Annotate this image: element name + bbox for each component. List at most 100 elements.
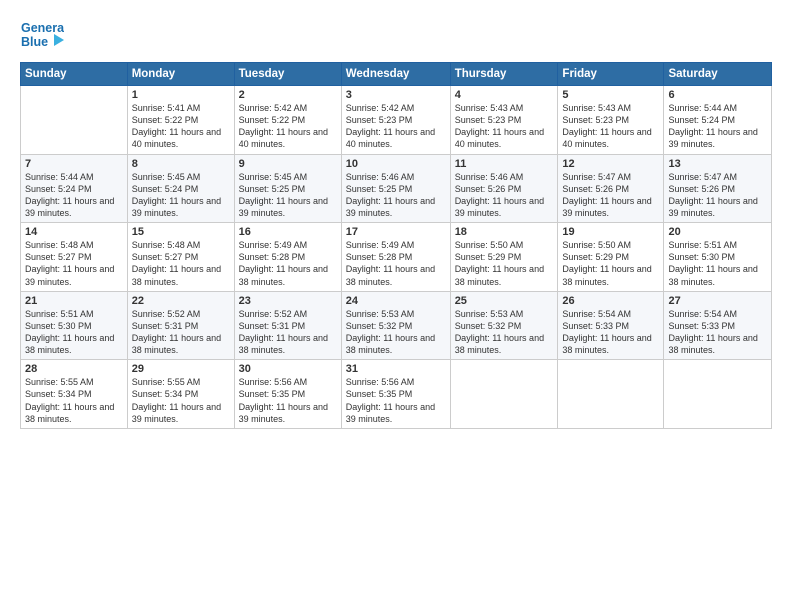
daylight: Daylight: 11 hours and 39 minutes. — [455, 195, 554, 219]
week-row-5: 28 Sunrise: 5:55 AM Sunset: 5:34 PM Dayl… — [21, 360, 772, 429]
sunset: Sunset: 5:31 PM — [239, 320, 337, 332]
day-number: 13 — [668, 158, 767, 170]
day-cell: 24 Sunrise: 5:53 AM Sunset: 5:32 PM Dayl… — [341, 291, 450, 360]
day-info: Sunrise: 5:46 AM Sunset: 5:26 PM Dayligh… — [455, 171, 554, 220]
sunrise: Sunrise: 5:49 AM — [239, 239, 337, 251]
day-number: 4 — [455, 89, 554, 101]
daylight: Daylight: 11 hours and 38 minutes. — [562, 332, 659, 356]
daylight: Daylight: 11 hours and 40 minutes. — [132, 126, 230, 150]
day-number: 14 — [25, 226, 123, 238]
daylight: Daylight: 11 hours and 39 minutes. — [25, 263, 123, 287]
page: General Blue SundayMondayTuesdayWednesda… — [0, 0, 792, 612]
sunset: Sunset: 5:23 PM — [346, 114, 446, 126]
day-number: 16 — [239, 226, 337, 238]
day-cell: 5 Sunrise: 5:43 AM Sunset: 5:23 PM Dayli… — [558, 86, 664, 155]
daylight: Daylight: 11 hours and 39 minutes. — [239, 195, 337, 219]
day-number: 23 — [239, 295, 337, 307]
sunset: Sunset: 5:34 PM — [25, 388, 123, 400]
day-cell: 25 Sunrise: 5:53 AM Sunset: 5:32 PM Dayl… — [450, 291, 558, 360]
sunset: Sunset: 5:24 PM — [132, 183, 230, 195]
day-cell: 31 Sunrise: 5:56 AM Sunset: 5:35 PM Dayl… — [341, 360, 450, 429]
day-cell: 26 Sunrise: 5:54 AM Sunset: 5:33 PM Dayl… — [558, 291, 664, 360]
day-cell: 2 Sunrise: 5:42 AM Sunset: 5:22 PM Dayli… — [234, 86, 341, 155]
sunrise: Sunrise: 5:52 AM — [132, 308, 230, 320]
daylight: Daylight: 11 hours and 39 minutes. — [668, 126, 767, 150]
day-number: 10 — [346, 158, 446, 170]
day-info: Sunrise: 5:42 AM Sunset: 5:22 PM Dayligh… — [239, 102, 337, 151]
day-cell: 7 Sunrise: 5:44 AM Sunset: 5:24 PM Dayli… — [21, 154, 128, 223]
sunrise: Sunrise: 5:45 AM — [132, 171, 230, 183]
sunrise: Sunrise: 5:41 AM — [132, 102, 230, 114]
day-info: Sunrise: 5:47 AM Sunset: 5:26 PM Dayligh… — [668, 171, 767, 220]
sunrise: Sunrise: 5:50 AM — [455, 239, 554, 251]
day-info: Sunrise: 5:43 AM Sunset: 5:23 PM Dayligh… — [562, 102, 659, 151]
daylight: Daylight: 11 hours and 38 minutes. — [668, 332, 767, 356]
sunset: Sunset: 5:27 PM — [132, 251, 230, 263]
sunrise: Sunrise: 5:53 AM — [455, 308, 554, 320]
daylight: Daylight: 11 hours and 39 minutes. — [346, 401, 446, 425]
sunrise: Sunrise: 5:47 AM — [668, 171, 767, 183]
day-number: 3 — [346, 89, 446, 101]
day-cell: 28 Sunrise: 5:55 AM Sunset: 5:34 PM Dayl… — [21, 360, 128, 429]
day-info: Sunrise: 5:56 AM Sunset: 5:35 PM Dayligh… — [346, 376, 446, 425]
day-info: Sunrise: 5:53 AM Sunset: 5:32 PM Dayligh… — [346, 308, 446, 357]
col-header-sunday: Sunday — [21, 63, 128, 86]
daylight: Daylight: 11 hours and 39 minutes. — [25, 195, 123, 219]
day-number: 12 — [562, 158, 659, 170]
header: General Blue — [20, 18, 772, 56]
day-info: Sunrise: 5:48 AM Sunset: 5:27 PM Dayligh… — [25, 239, 123, 288]
sunrise: Sunrise: 5:43 AM — [455, 102, 554, 114]
day-info: Sunrise: 5:54 AM Sunset: 5:33 PM Dayligh… — [668, 308, 767, 357]
day-info: Sunrise: 5:55 AM Sunset: 5:34 PM Dayligh… — [25, 376, 123, 425]
day-info: Sunrise: 5:52 AM Sunset: 5:31 PM Dayligh… — [132, 308, 230, 357]
logo-svg: General Blue — [20, 18, 64, 56]
day-info: Sunrise: 5:49 AM Sunset: 5:28 PM Dayligh… — [239, 239, 337, 288]
day-cell — [664, 360, 772, 429]
sunrise: Sunrise: 5:51 AM — [668, 239, 767, 251]
week-row-1: 1 Sunrise: 5:41 AM Sunset: 5:22 PM Dayli… — [21, 86, 772, 155]
day-cell: 12 Sunrise: 5:47 AM Sunset: 5:26 PM Dayl… — [558, 154, 664, 223]
day-cell: 11 Sunrise: 5:46 AM Sunset: 5:26 PM Dayl… — [450, 154, 558, 223]
sunrise: Sunrise: 5:54 AM — [668, 308, 767, 320]
daylight: Daylight: 11 hours and 38 minutes. — [668, 263, 767, 287]
sunrise: Sunrise: 5:56 AM — [239, 376, 337, 388]
daylight: Daylight: 11 hours and 40 minutes. — [455, 126, 554, 150]
sunrise: Sunrise: 5:42 AM — [239, 102, 337, 114]
daylight: Daylight: 11 hours and 38 minutes. — [25, 401, 123, 425]
daylight: Daylight: 11 hours and 38 minutes. — [132, 332, 230, 356]
sunset: Sunset: 5:29 PM — [562, 251, 659, 263]
day-cell: 17 Sunrise: 5:49 AM Sunset: 5:28 PM Dayl… — [341, 223, 450, 292]
day-cell: 20 Sunrise: 5:51 AM Sunset: 5:30 PM Dayl… — [664, 223, 772, 292]
daylight: Daylight: 11 hours and 40 minutes. — [239, 126, 337, 150]
daylight: Daylight: 11 hours and 38 minutes. — [455, 332, 554, 356]
day-info: Sunrise: 5:55 AM Sunset: 5:34 PM Dayligh… — [132, 376, 230, 425]
sunrise: Sunrise: 5:48 AM — [25, 239, 123, 251]
day-cell: 29 Sunrise: 5:55 AM Sunset: 5:34 PM Dayl… — [127, 360, 234, 429]
day-cell — [450, 360, 558, 429]
day-cell: 18 Sunrise: 5:50 AM Sunset: 5:29 PM Dayl… — [450, 223, 558, 292]
week-row-3: 14 Sunrise: 5:48 AM Sunset: 5:27 PM Dayl… — [21, 223, 772, 292]
day-number: 27 — [668, 295, 767, 307]
col-header-wednesday: Wednesday — [341, 63, 450, 86]
sunrise: Sunrise: 5:46 AM — [346, 171, 446, 183]
day-info: Sunrise: 5:51 AM Sunset: 5:30 PM Dayligh… — [25, 308, 123, 357]
day-number: 1 — [132, 89, 230, 101]
sunrise: Sunrise: 5:55 AM — [132, 376, 230, 388]
sunrise: Sunrise: 5:50 AM — [562, 239, 659, 251]
sunrise: Sunrise: 5:44 AM — [668, 102, 767, 114]
day-info: Sunrise: 5:46 AM Sunset: 5:25 PM Dayligh… — [346, 171, 446, 220]
day-number: 6 — [668, 89, 767, 101]
daylight: Daylight: 11 hours and 38 minutes. — [25, 332, 123, 356]
day-info: Sunrise: 5:48 AM Sunset: 5:27 PM Dayligh… — [132, 239, 230, 288]
day-number: 18 — [455, 226, 554, 238]
day-info: Sunrise: 5:56 AM Sunset: 5:35 PM Dayligh… — [239, 376, 337, 425]
day-number: 21 — [25, 295, 123, 307]
sunset: Sunset: 5:34 PM — [132, 388, 230, 400]
day-cell: 1 Sunrise: 5:41 AM Sunset: 5:22 PM Dayli… — [127, 86, 234, 155]
day-number: 24 — [346, 295, 446, 307]
sunset: Sunset: 5:26 PM — [455, 183, 554, 195]
day-info: Sunrise: 5:43 AM Sunset: 5:23 PM Dayligh… — [455, 102, 554, 151]
sunset: Sunset: 5:32 PM — [455, 320, 554, 332]
daylight: Daylight: 11 hours and 38 minutes. — [132, 263, 230, 287]
day-cell — [558, 360, 664, 429]
